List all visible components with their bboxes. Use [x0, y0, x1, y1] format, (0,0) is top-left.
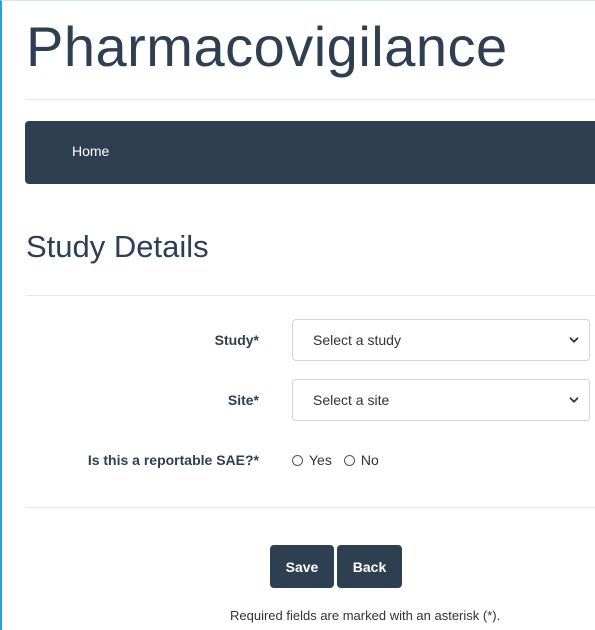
radio-no-circle[interactable]	[343, 454, 355, 466]
radio-yes-label: Yes	[309, 452, 332, 468]
study-select-value: Select a study	[313, 332, 401, 348]
nav-item-home[interactable]: Home	[72, 143, 109, 159]
page: Pharmacovigilance Home Study Details Stu…	[0, 0, 595, 630]
form-divider	[26, 507, 595, 508]
reportable-sae-label: Is this a reportable SAE?*	[87, 452, 259, 468]
save-button[interactable]: Save	[270, 545, 334, 588]
study-label: Study*	[214, 332, 259, 348]
radio-no-label: No	[360, 452, 379, 468]
section-divider	[26, 295, 595, 296]
site-select-value: Select a site	[313, 392, 390, 408]
reportable-sae-radio-group: Yes No	[292, 451, 391, 469]
section-title: Study Details	[26, 229, 209, 264]
site-select[interactable]: Select a site	[292, 379, 590, 421]
radio-no[interactable]: No	[343, 452, 379, 468]
back-button[interactable]: Back	[337, 545, 402, 588]
radio-yes[interactable]: Yes	[292, 452, 332, 468]
study-select[interactable]: Select a study	[292, 319, 590, 361]
chevron-down-icon	[569, 397, 579, 403]
main-navbar: Home	[25, 121, 595, 184]
app-title: Pharmacovigilance	[26, 15, 508, 78]
header-divider	[26, 99, 595, 100]
site-label: Site*	[227, 392, 259, 408]
required-fields-note: Required fields are marked with an aster…	[230, 608, 501, 623]
chevron-down-icon	[569, 337, 579, 343]
radio-yes-circle[interactable]	[292, 454, 303, 466]
